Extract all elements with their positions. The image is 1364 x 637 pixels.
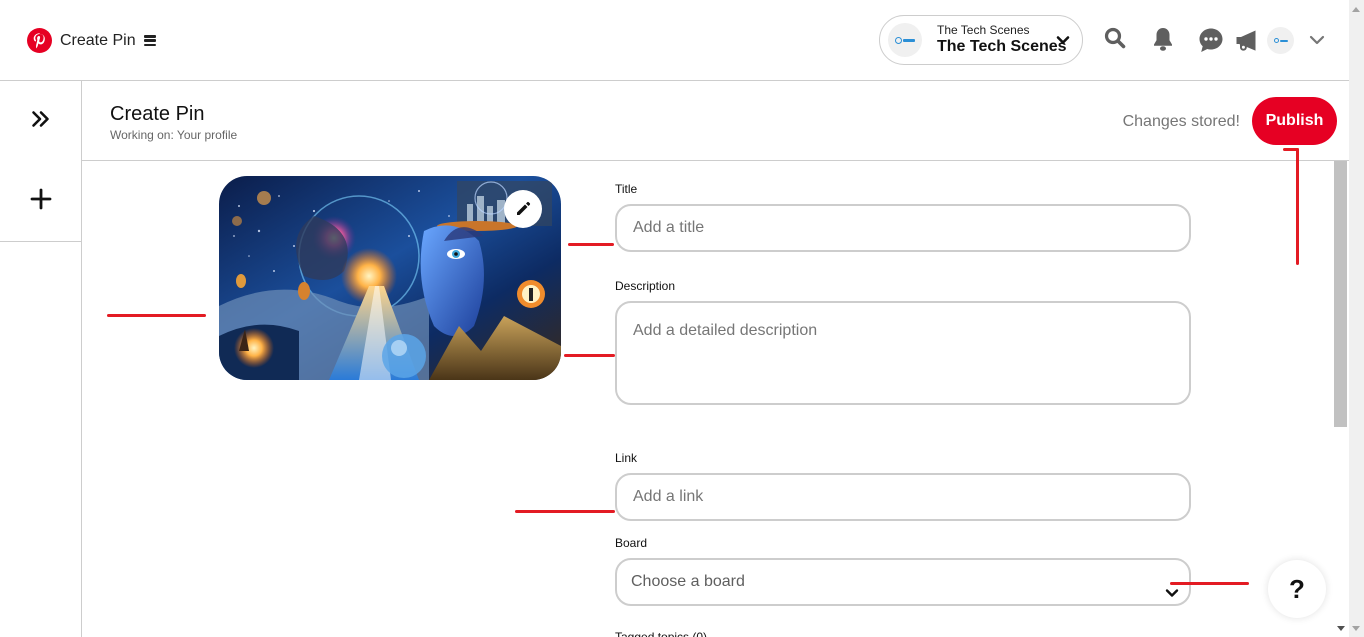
title-placeholder: Add a title (633, 219, 705, 236)
content-scroll-down-arrow[interactable] (1337, 626, 1345, 631)
board-label: Board (615, 536, 648, 550)
description-label: Description (615, 279, 676, 293)
annotation-mark-title (568, 243, 614, 246)
annotation-mark-link (515, 510, 615, 513)
annotation-mark-image (107, 314, 206, 317)
account-name-small: The Tech Scenes (937, 23, 1030, 37)
description-textarea[interactable]: Add a detailed description (615, 301, 1191, 405)
save-status: Changes stored! (1122, 113, 1240, 130)
annotation-mark-description (564, 354, 615, 357)
chevron-down-icon (1056, 33, 1070, 52)
account-options-chevron-icon[interactable] (1309, 33, 1325, 51)
board-selected-value: Choose a board (631, 573, 745, 590)
content-scrollbar-thumb[interactable] (1334, 161, 1347, 427)
tagged-topics-label: Tagged topics (0) (615, 630, 708, 637)
scroll-down-arrow-icon[interactable] (1352, 626, 1360, 631)
messages-icon[interactable] (1198, 27, 1224, 58)
link-placeholder: Add a link (633, 488, 704, 505)
help-button[interactable]: ? (1268, 560, 1326, 618)
account-switcher[interactable]: The Tech Scenes The Tech Scenes (879, 15, 1083, 65)
profile-avatar[interactable] (1267, 27, 1294, 54)
content-scrollbar[interactable] (1334, 161, 1349, 637)
megaphone-icon[interactable] (1234, 28, 1258, 57)
link-label: Link (615, 451, 638, 465)
hamburger-menu-icon[interactable] (143, 35, 156, 46)
edit-image-button[interactable] (504, 190, 542, 228)
brand: Create Pin (27, 28, 156, 53)
pinterest-logo-icon[interactable] (27, 28, 52, 53)
board-select[interactable]: Choose a board (615, 558, 1191, 606)
page-subtitle: Working on: Your profile (110, 128, 238, 142)
link-input[interactable]: Add a link (615, 473, 1191, 521)
account-name: The Tech Scenes (937, 38, 1067, 55)
top-header: Create Pin The Tech Scenes The Tech Scen… (0, 0, 1349, 81)
scroll-up-arrow-icon[interactable] (1352, 7, 1360, 12)
page-title: Create Pin (110, 103, 205, 125)
bell-icon[interactable] (1151, 26, 1175, 57)
description-placeholder: Add a detailed description (633, 322, 818, 339)
page-header: Create Pin Working on: Your profile Chan… (82, 81, 1349, 161)
expand-sidebar-button[interactable] (0, 81, 81, 161)
page-scrollbar[interactable] (1349, 0, 1364, 637)
pin-image-preview[interactable] (219, 176, 561, 380)
app-title: Create Pin (60, 31, 136, 49)
chevron-down-icon (1165, 574, 1179, 618)
left-rail (0, 81, 82, 637)
create-pin-form: Title Add a title Description Add a deta… (83, 161, 1349, 637)
publish-button[interactable]: Publish (1252, 97, 1337, 145)
account-avatar (888, 23, 922, 57)
double-chevron-right-icon (31, 110, 51, 133)
title-label: Title (615, 182, 638, 196)
annotation-mark-publish-vertical (1296, 148, 1299, 265)
rail-divider (0, 241, 81, 242)
pencil-icon (514, 200, 532, 218)
search-icon[interactable] (1103, 26, 1127, 55)
plus-icon (30, 188, 52, 215)
add-pin-button[interactable] (0, 161, 81, 241)
title-input[interactable]: Add a title (615, 204, 1191, 252)
annotation-mark-board (1170, 582, 1249, 585)
